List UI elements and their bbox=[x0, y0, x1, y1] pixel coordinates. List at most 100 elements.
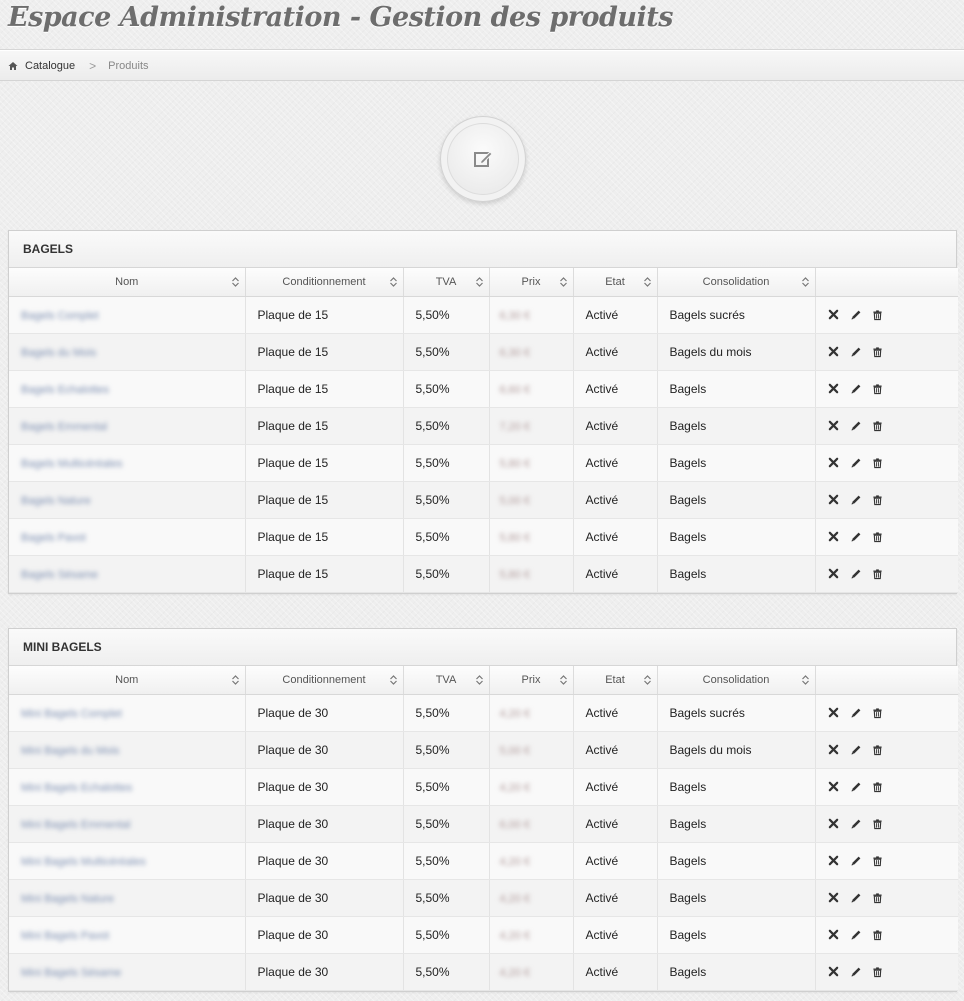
edit-pencil-icon[interactable] bbox=[848, 492, 864, 508]
trash-icon[interactable] bbox=[870, 779, 886, 795]
sort-icon[interactable] bbox=[559, 675, 567, 685]
col-conditionnement-header[interactable]: Conditionnement bbox=[245, 666, 404, 695]
trash-icon[interactable] bbox=[870, 853, 886, 869]
delete-icon[interactable] bbox=[826, 455, 842, 471]
edit-pencil-icon[interactable] bbox=[848, 455, 864, 471]
col-consolidation-header[interactable]: Consolidation bbox=[657, 666, 816, 695]
col-consolidation-header[interactable]: Consolidation bbox=[657, 268, 816, 297]
edit-pencil-icon[interactable] bbox=[848, 964, 864, 980]
cell-text: Plaque de 15 bbox=[257, 381, 329, 396]
column-header-label: Etat bbox=[605, 673, 625, 686]
sort-icon[interactable] bbox=[475, 675, 483, 685]
delete-icon[interactable] bbox=[826, 344, 842, 360]
edit-pencil-icon[interactable] bbox=[848, 742, 864, 758]
cell-text: Bagels du mois bbox=[669, 344, 752, 359]
edit-pencil-icon[interactable] bbox=[848, 890, 864, 906]
edit-pencil-icon[interactable] bbox=[848, 307, 864, 323]
edit-pencil-icon[interactable] bbox=[848, 566, 864, 582]
edit-pencil-icon[interactable] bbox=[848, 816, 864, 832]
cell-text: Bagels bbox=[669, 381, 707, 396]
delete-icon[interactable] bbox=[826, 927, 842, 943]
cell-text: Bagels sucrés bbox=[669, 705, 745, 720]
cell-text: Plaque de 15 bbox=[257, 566, 329, 581]
sort-icon[interactable] bbox=[389, 675, 397, 685]
sort-icon[interactable] bbox=[643, 277, 651, 287]
sort-icon[interactable] bbox=[559, 277, 567, 287]
col-prix-cell: 6,30 € bbox=[489, 296, 574, 334]
sort-icon[interactable] bbox=[231, 675, 239, 685]
edit-pencil-icon[interactable] bbox=[848, 927, 864, 943]
breadcrumb-catalogue-link[interactable]: Catalogue bbox=[25, 60, 75, 72]
trash-icon[interactable] bbox=[870, 890, 886, 906]
trash-icon[interactable] bbox=[870, 816, 886, 832]
column-header-label: Consolidation bbox=[702, 673, 770, 686]
trash-icon[interactable] bbox=[870, 566, 886, 582]
sort-icon[interactable] bbox=[801, 277, 809, 287]
table-row: Mini Bagels Echalottes Plaque de 30 5,50% 4… bbox=[9, 768, 958, 806]
trash-icon[interactable] bbox=[870, 344, 886, 360]
col-consolidation-cell: Bagels bbox=[657, 842, 816, 880]
col-consolidation-cell: Bagels bbox=[657, 444, 816, 482]
cell-text: Plaque de 15 bbox=[257, 455, 329, 470]
sort-icon[interactable] bbox=[389, 277, 397, 287]
edit-pencil-icon[interactable] bbox=[848, 705, 864, 721]
col-nom-cell: Bagels Complet bbox=[9, 296, 246, 334]
trash-icon[interactable] bbox=[870, 964, 886, 980]
cell-text: Activé bbox=[585, 381, 619, 396]
cell-text: Bagels bbox=[669, 816, 707, 831]
home-icon[interactable] bbox=[8, 61, 18, 71]
trash-icon[interactable] bbox=[870, 381, 886, 397]
delete-icon[interactable] bbox=[826, 566, 842, 582]
trash-icon[interactable] bbox=[870, 418, 886, 434]
trash-icon[interactable] bbox=[870, 455, 886, 471]
col-nom-cell: Bagels Emmental bbox=[9, 407, 246, 445]
cell-text: 5,50% bbox=[415, 853, 450, 868]
delete-icon[interactable] bbox=[826, 418, 842, 434]
delete-icon[interactable] bbox=[826, 816, 842, 832]
table-row: Bagels Complet Plaque de 15 5,50% 6,30 € Act… bbox=[9, 296, 958, 334]
sort-icon[interactable] bbox=[475, 277, 483, 287]
col-etat-header[interactable]: Etat bbox=[573, 666, 658, 695]
delete-icon[interactable] bbox=[826, 964, 842, 980]
sort-icon[interactable] bbox=[231, 277, 239, 287]
row-actions bbox=[815, 370, 958, 408]
delete-icon[interactable] bbox=[826, 779, 842, 795]
cell-text: 5,50% bbox=[415, 705, 450, 720]
trash-icon[interactable] bbox=[870, 529, 886, 545]
delete-icon[interactable] bbox=[826, 705, 842, 721]
edit-pencil-icon[interactable] bbox=[848, 779, 864, 795]
row-actions bbox=[815, 333, 958, 371]
trash-icon[interactable] bbox=[870, 742, 886, 758]
table-row: Bagels Echalottes Plaque de 15 5,50% 6,60 €… bbox=[9, 370, 958, 408]
trash-icon[interactable] bbox=[870, 307, 886, 323]
column-header-label: Consolidation bbox=[702, 275, 770, 288]
trash-icon[interactable] bbox=[870, 492, 886, 508]
delete-icon[interactable] bbox=[826, 742, 842, 758]
col-tva-header[interactable]: TVA bbox=[403, 666, 490, 695]
edit-pencil-icon[interactable] bbox=[848, 418, 864, 434]
trash-icon[interactable] bbox=[870, 705, 886, 721]
col-nom-header[interactable]: Nom bbox=[9, 268, 246, 297]
delete-icon[interactable] bbox=[826, 853, 842, 869]
col-prix-header[interactable]: Prix bbox=[489, 268, 574, 297]
page-title: Espace Administration - Gestion des prod… bbox=[8, 2, 673, 33]
delete-icon[interactable] bbox=[826, 307, 842, 323]
delete-icon[interactable] bbox=[826, 492, 842, 508]
trash-icon[interactable] bbox=[870, 927, 886, 943]
col-conditionnement-header[interactable]: Conditionnement bbox=[245, 268, 404, 297]
col-tva-header[interactable]: TVA bbox=[403, 268, 490, 297]
sort-icon[interactable] bbox=[643, 675, 651, 685]
delete-icon[interactable] bbox=[826, 381, 842, 397]
col-nom-header[interactable]: Nom bbox=[9, 666, 246, 695]
col-etat-header[interactable]: Etat bbox=[573, 268, 658, 297]
edit-pencil-icon[interactable] bbox=[848, 344, 864, 360]
cell-text: Activé bbox=[585, 566, 619, 581]
col-prix-header[interactable]: Prix bbox=[489, 666, 574, 695]
edit-pencil-icon[interactable] bbox=[848, 381, 864, 397]
delete-icon[interactable] bbox=[826, 529, 842, 545]
sort-icon[interactable] bbox=[801, 675, 809, 685]
delete-icon[interactable] bbox=[826, 890, 842, 906]
add-product-button[interactable] bbox=[440, 116, 526, 202]
edit-pencil-icon[interactable] bbox=[848, 853, 864, 869]
edit-pencil-icon[interactable] bbox=[848, 529, 864, 545]
